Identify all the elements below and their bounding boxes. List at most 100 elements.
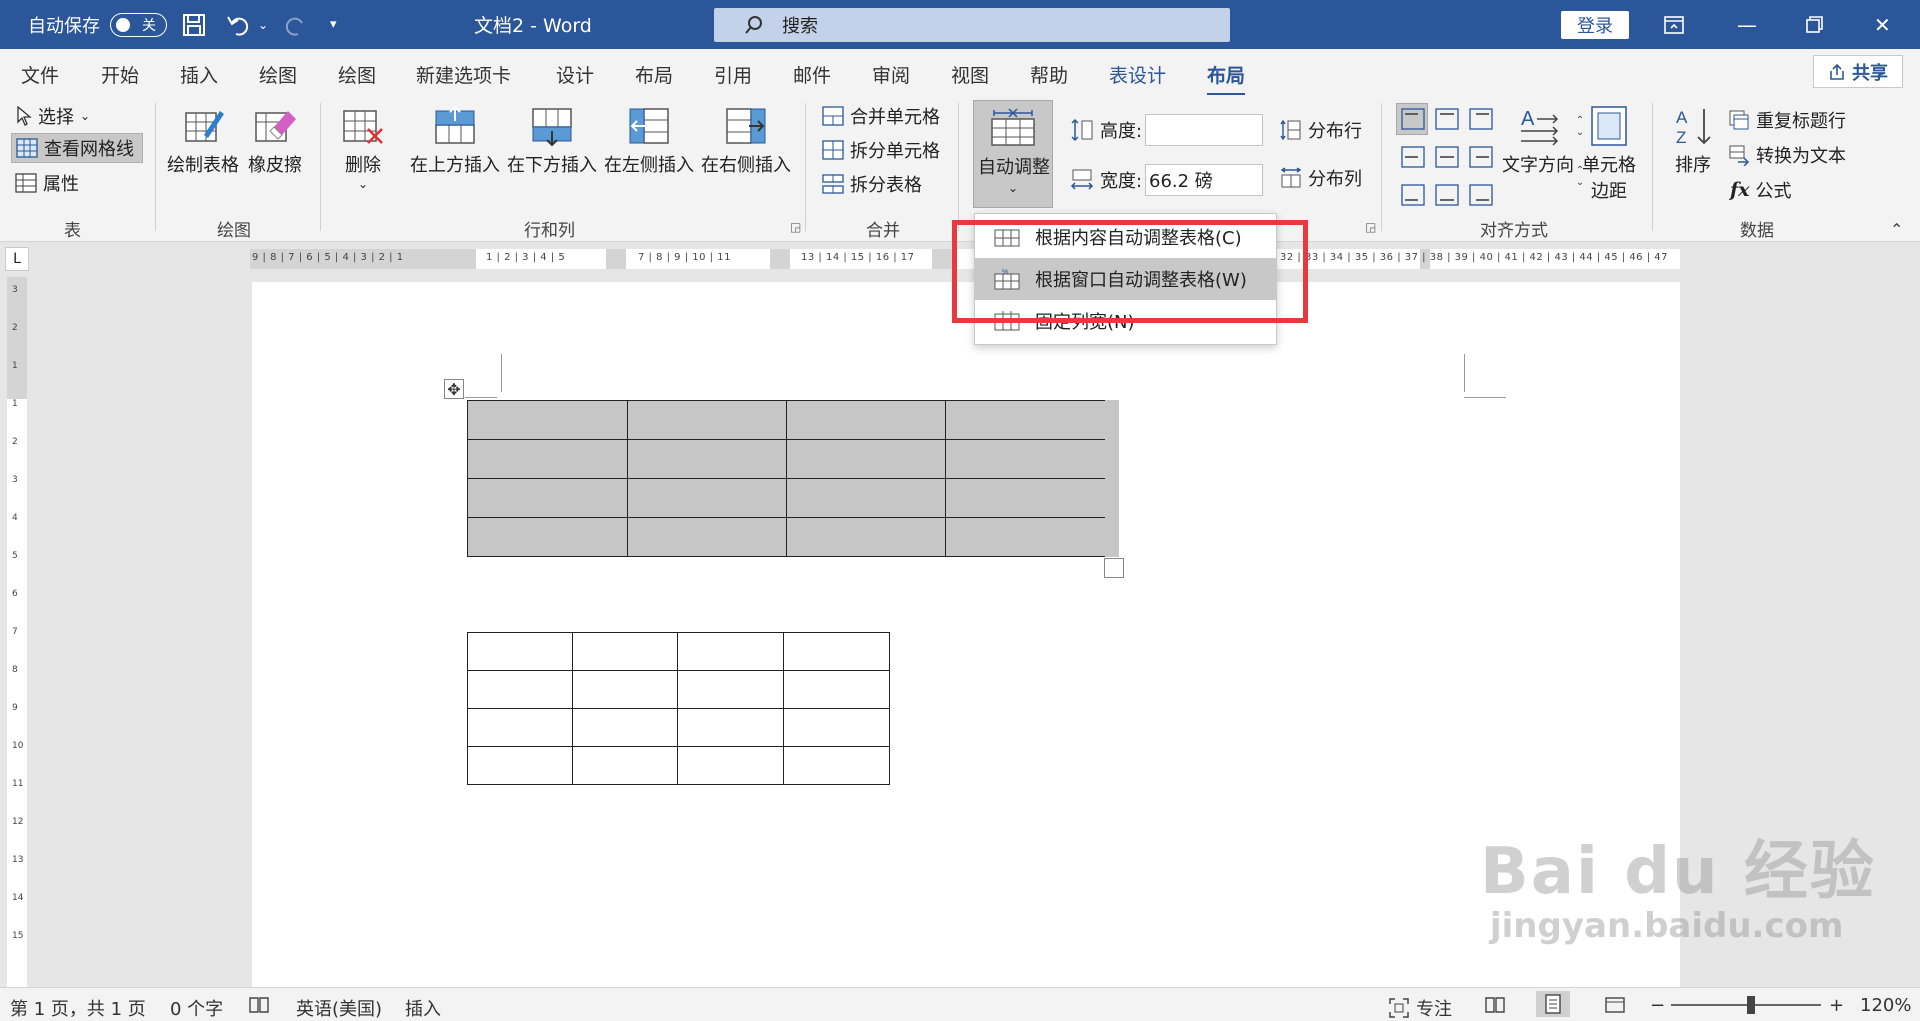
insert-left-button[interactable]: 在左侧插入 [604, 105, 694, 177]
table-cell[interactable] [572, 632, 678, 671]
insert-below-button[interactable]: 在下方插入 [507, 105, 597, 177]
select-button[interactable]: 选择 ⌄ [16, 103, 90, 129]
autosave-toggle[interactable]: 关 [110, 0, 167, 49]
table-cell[interactable] [467, 478, 628, 518]
table-cell[interactable] [467, 708, 573, 747]
table-cell[interactable] [786, 400, 946, 440]
view-gridlines-button[interactable]: 查看网格线 [11, 133, 143, 163]
tab-design[interactable]: 设计 [556, 61, 594, 88]
undo-dropdown-icon[interactable]: ⌄ [258, 0, 268, 49]
tab-draw[interactable]: 绘图 [259, 61, 297, 88]
distribute-columns-button[interactable]: 分布列 [1280, 165, 1362, 191]
search-box[interactable]: 搜索 [714, 8, 1230, 42]
tab-file[interactable]: 文件 [21, 61, 59, 88]
tab-layout[interactable]: 布局 [635, 61, 673, 88]
tab-table-layout[interactable]: 布局 [1207, 61, 1246, 96]
zoom-slider-thumb[interactable] [1747, 996, 1755, 1014]
redo-icon[interactable] [282, 0, 308, 49]
share-button[interactable]: 共享 [1813, 55, 1903, 88]
vertical-ruler[interactable]: 3 2 1 1 2 3 4 5 6 7 8 9 10 11 12 13 14 15 [7, 277, 27, 987]
formula-button[interactable]: fx 公式 [1730, 177, 1792, 203]
autofit-button[interactable]: 自动调整 ⌄ [973, 100, 1053, 208]
table-move-handle-icon[interactable]: ✥ [444, 379, 464, 399]
table-1[interactable] [467, 400, 1106, 557]
table-cell[interactable] [467, 632, 573, 671]
zoom-level[interactable]: 120% [1860, 995, 1911, 1016]
page-count[interactable]: 第 1 页，共 1 页 [10, 995, 146, 1021]
repeat-header-rows-button[interactable]: 重复标题行 [1728, 107, 1846, 133]
minimize-icon[interactable]: — [1737, 0, 1757, 49]
properties-button[interactable]: 属性 [15, 170, 79, 196]
word-count[interactable]: 0 个字 [170, 995, 223, 1021]
close-icon[interactable]: ✕ [1874, 0, 1891, 49]
table-cell[interactable] [467, 670, 573, 709]
tab-references[interactable]: 引用 [714, 61, 752, 88]
table-cell[interactable] [677, 708, 784, 747]
table-cell[interactable] [677, 746, 784, 785]
table-cell[interactable] [783, 632, 890, 671]
text-direction-button[interactable]: A 文字方向 [1502, 105, 1574, 177]
tab-help[interactable]: 帮助 [1030, 61, 1068, 88]
table-cell[interactable] [786, 439, 946, 479]
table-cell[interactable] [786, 517, 946, 557]
table-cell[interactable] [945, 478, 1106, 518]
insert-above-button[interactable]: 在上方插入 [410, 105, 500, 177]
table-cell[interactable] [786, 478, 946, 518]
zoom-out-icon[interactable]: − [1650, 995, 1665, 1016]
convert-to-text-button[interactable]: 转换为文本 [1728, 142, 1846, 168]
table-resize-handle[interactable] [1104, 558, 1124, 578]
ribbon-display-options-icon[interactable] [1664, 0, 1684, 49]
tab-insert[interactable]: 插入 [180, 61, 218, 88]
tab-draw-2[interactable]: 绘图 [338, 61, 376, 88]
input-mode[interactable]: 插入 [405, 995, 441, 1021]
tab-selector[interactable]: L [5, 247, 29, 271]
draw-table-button[interactable]: 绘制表格 [167, 105, 239, 177]
table-cell[interactable] [945, 400, 1106, 440]
table-cell[interactable] [783, 670, 890, 709]
collapse-ribbon-icon[interactable]: ⌃ [1890, 220, 1903, 239]
proofing-icon[interactable] [248, 995, 270, 1015]
table-cell[interactable] [945, 517, 1106, 557]
table-cell[interactable] [627, 517, 787, 557]
tab-view[interactable]: 视图 [951, 61, 989, 88]
table-cell[interactable] [467, 439, 628, 479]
undo-icon[interactable] [226, 0, 252, 49]
language[interactable]: 英语(美国) [296, 995, 382, 1021]
tab-mailings[interactable]: 邮件 [793, 61, 831, 88]
tab-home[interactable]: 开始 [101, 61, 139, 88]
save-icon[interactable] [182, 0, 206, 49]
table-cell[interactable] [572, 670, 678, 709]
login-button[interactable]: 登录 [1561, 11, 1629, 39]
print-layout-icon[interactable] [1536, 991, 1570, 1017]
distribute-rows-button[interactable]: 分布行 [1280, 117, 1362, 143]
sort-button[interactable]: AZ 排序 [1670, 105, 1716, 177]
cell-margins-button[interactable]: 单元格 边距 [1582, 105, 1636, 203]
eraser-button[interactable]: 橡皮擦 [248, 105, 302, 177]
split-table-button[interactable]: 拆分表格 [822, 171, 922, 197]
zoom-slider[interactable] [1671, 1004, 1821, 1006]
table-cell[interactable] [572, 746, 678, 785]
split-cells-button[interactable]: 拆分单元格 [822, 137, 940, 163]
cell-size-launcher-icon[interactable]: ◲ [1365, 220, 1376, 234]
focus-button[interactable]: 专注 [1388, 995, 1452, 1021]
table-cell[interactable] [467, 517, 628, 557]
table-cell[interactable] [783, 746, 890, 785]
table-cell[interactable] [945, 439, 1106, 479]
zoom-in-icon[interactable]: + [1829, 995, 1844, 1016]
table-cell[interactable] [572, 708, 678, 747]
table-cell[interactable] [677, 632, 784, 671]
table-cell[interactable] [677, 670, 784, 709]
customize-quick-access-icon[interactable]: ▾ [330, 0, 337, 49]
table-2[interactable] [467, 632, 890, 785]
delete-button[interactable]: 删除 ⌄ [340, 105, 386, 191]
tab-new-tab[interactable]: 新建选项卡 [416, 61, 511, 88]
merge-cells-button[interactable]: 合并单元格 [822, 103, 940, 129]
table-cell[interactable] [627, 478, 787, 518]
web-layout-icon[interactable] [1604, 995, 1626, 1015]
table-cell[interactable] [783, 708, 890, 747]
rows-cols-launcher-icon[interactable]: ◲ [790, 220, 801, 234]
insert-right-button[interactable]: 在右侧插入 [701, 105, 791, 177]
tab-table-design[interactable]: 表设计 [1109, 61, 1166, 88]
restore-icon[interactable] [1806, 0, 1824, 49]
table-cell[interactable] [627, 400, 787, 440]
